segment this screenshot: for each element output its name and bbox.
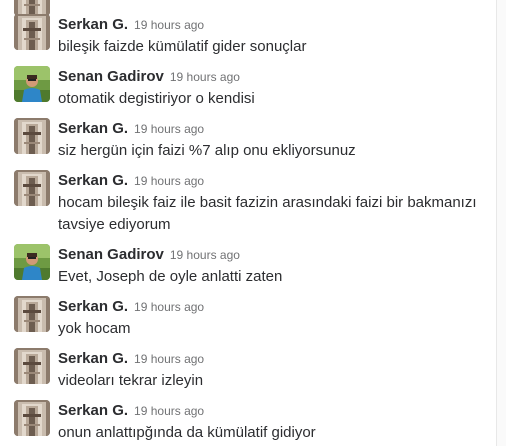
message-timestamp[interactable]: 19 hours ago	[134, 18, 204, 32]
message-author[interactable]: Serkan G.	[58, 402, 128, 419]
senan-avatar[interactable]	[14, 244, 50, 280]
serkan-avatar[interactable]	[14, 400, 50, 436]
message-text: onun anlattıpğında da kümülatif gidiyor	[58, 424, 316, 441]
senan-avatar[interactable]	[14, 66, 50, 102]
message-timestamp[interactable]: 19 hours ago	[134, 300, 204, 314]
message-timestamp[interactable]: 19 hours ago	[134, 404, 204, 418]
message-author[interactable]: Senan Gadirov	[58, 246, 164, 263]
message-author[interactable]: Senan Gadirov	[58, 68, 164, 85]
serkan-avatar[interactable]	[14, 14, 50, 50]
message-text: otomatik degistiriyor o kendisi	[58, 90, 255, 107]
message-timestamp[interactable]: 19 hours ago	[170, 70, 240, 84]
message-text: Evet, Joseph de oyle anlatti zaten	[58, 268, 283, 285]
message-feed[interactable]: Serkan G. 19 hours ago bileşik faizde küm…	[0, 0, 497, 446]
scrollbar[interactable]	[496, 0, 506, 446]
message-text: yok hocam	[58, 320, 131, 337]
partial-message	[14, 0, 494, 4]
message-author[interactable]: Serkan G.	[58, 16, 128, 33]
message-author[interactable]: Serkan G.	[58, 172, 128, 189]
message-text: videoları tekrar izleyin	[58, 372, 204, 389]
message-timestamp[interactable]: 19 hours ago	[134, 174, 204, 188]
message-timestamp[interactable]: 19 hours ago	[134, 122, 204, 136]
message-timestamp[interactable]: 19 hours ago	[134, 352, 204, 366]
serkan-avatar[interactable]	[14, 170, 50, 206]
message-timestamp[interactable]: 19 hours ago	[170, 248, 240, 262]
message-text: siz hergün için faizi %7 alıp onu ekliyo…	[58, 142, 356, 159]
message-text: hocam bileşik faiz ile basit fazizin ara…	[58, 194, 477, 233]
message-text: bileşik faizde kümülatif gider sonuçlar	[58, 38, 307, 55]
serkan-avatar[interactable]	[14, 296, 50, 332]
serkan-avatar[interactable]	[14, 348, 50, 384]
message-author[interactable]: Serkan G.	[58, 298, 128, 315]
message-author[interactable]: Serkan G.	[58, 350, 128, 367]
serkan-avatar[interactable]	[14, 118, 50, 154]
message-author[interactable]: Serkan G.	[58, 120, 128, 137]
